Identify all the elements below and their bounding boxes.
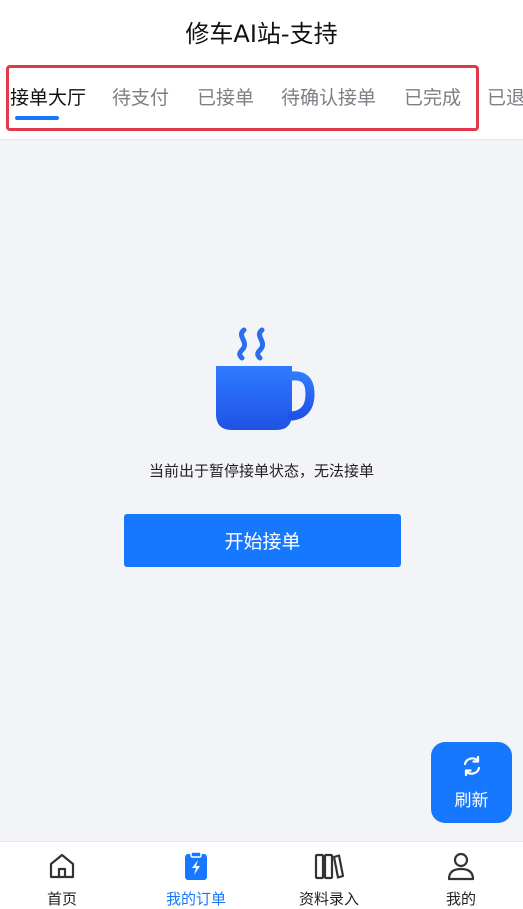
nav-item-me[interactable]: 我的 [396, 842, 523, 909]
user-icon [445, 850, 477, 882]
bottom-nav: 首页 我的订单 资料录入 我的 [0, 841, 523, 909]
page-title: 修车AI站-支持 [185, 20, 338, 48]
start-accepting-orders-button[interactable]: 开始接单 [124, 514, 401, 567]
app-screen: 修车AI站-支持 接单大厅 待支付 已接单 待确认接单 已完成 已退 当前出于暂… [0, 0, 523, 909]
refresh-label: 刷新 [454, 791, 489, 811]
header: 修车AI站-支持 接单大厅 待支付 已接单 待确认接单 已完成 已退 [0, 0, 523, 140]
order-tabs: 接单大厅 待支付 已接单 待确认接单 已完成 已退 [0, 72, 523, 124]
home-icon [46, 850, 78, 882]
active-tab-indicator [15, 116, 59, 120]
nav-label-data-entry: 资料录入 [298, 890, 359, 908]
order-clipboard-icon [180, 850, 212, 882]
nav-item-my-orders[interactable]: 我的订单 [131, 842, 261, 909]
tab-refunded[interactable]: 已退 [487, 72, 523, 124]
refresh-icon [460, 754, 484, 782]
nav-label-me: 我的 [445, 890, 476, 908]
nav-item-data-entry[interactable]: 资料录入 [264, 842, 394, 909]
tab-completed[interactable]: 已完成 [404, 72, 461, 124]
tab-pending-payment[interactable]: 待支付 [112, 72, 169, 124]
nav-label-my-orders: 我的订单 [165, 890, 226, 908]
pause-status-message: 当前出于暂停接单状态，无法接单 [148, 462, 374, 480]
coffee-cup-icon [206, 322, 316, 434]
nav-item-home[interactable]: 首页 [0, 842, 127, 909]
nav-label-home: 首页 [46, 890, 77, 908]
tab-pending-confirmation[interactable]: 待确认接单 [281, 72, 376, 124]
tab-accepted[interactable]: 已接单 [197, 72, 254, 124]
books-icon [313, 850, 345, 882]
refresh-button[interactable]: 刷新 [431, 742, 512, 823]
